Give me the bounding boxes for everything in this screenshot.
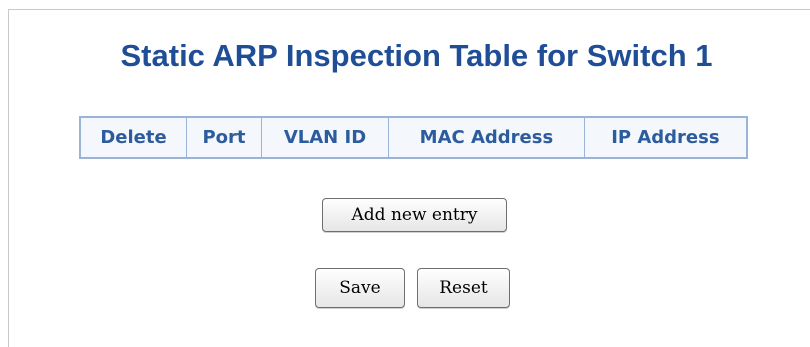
column-header-mac-address: MAC Address bbox=[388, 116, 585, 159]
frame-top-border bbox=[8, 9, 810, 10]
frame-left-border bbox=[8, 9, 9, 347]
column-header-vlan-id: VLAN ID bbox=[260, 116, 390, 159]
page-title: Static ARP Inspection Table for Switch 1 bbox=[120, 38, 713, 73]
column-header-port: Port bbox=[186, 116, 262, 159]
static-arp-table: Delete Port VLAN ID MAC Address IP Addre… bbox=[79, 116, 748, 159]
reset-button[interactable]: Reset bbox=[417, 268, 510, 308]
table-header-row: Delete Port VLAN ID MAC Address IP Addre… bbox=[79, 116, 748, 159]
column-header-delete: Delete bbox=[79, 116, 188, 159]
add-new-entry-button[interactable]: Add new entry bbox=[322, 198, 507, 232]
save-button[interactable]: Save bbox=[315, 268, 405, 308]
column-header-ip-address: IP Address bbox=[583, 116, 748, 159]
